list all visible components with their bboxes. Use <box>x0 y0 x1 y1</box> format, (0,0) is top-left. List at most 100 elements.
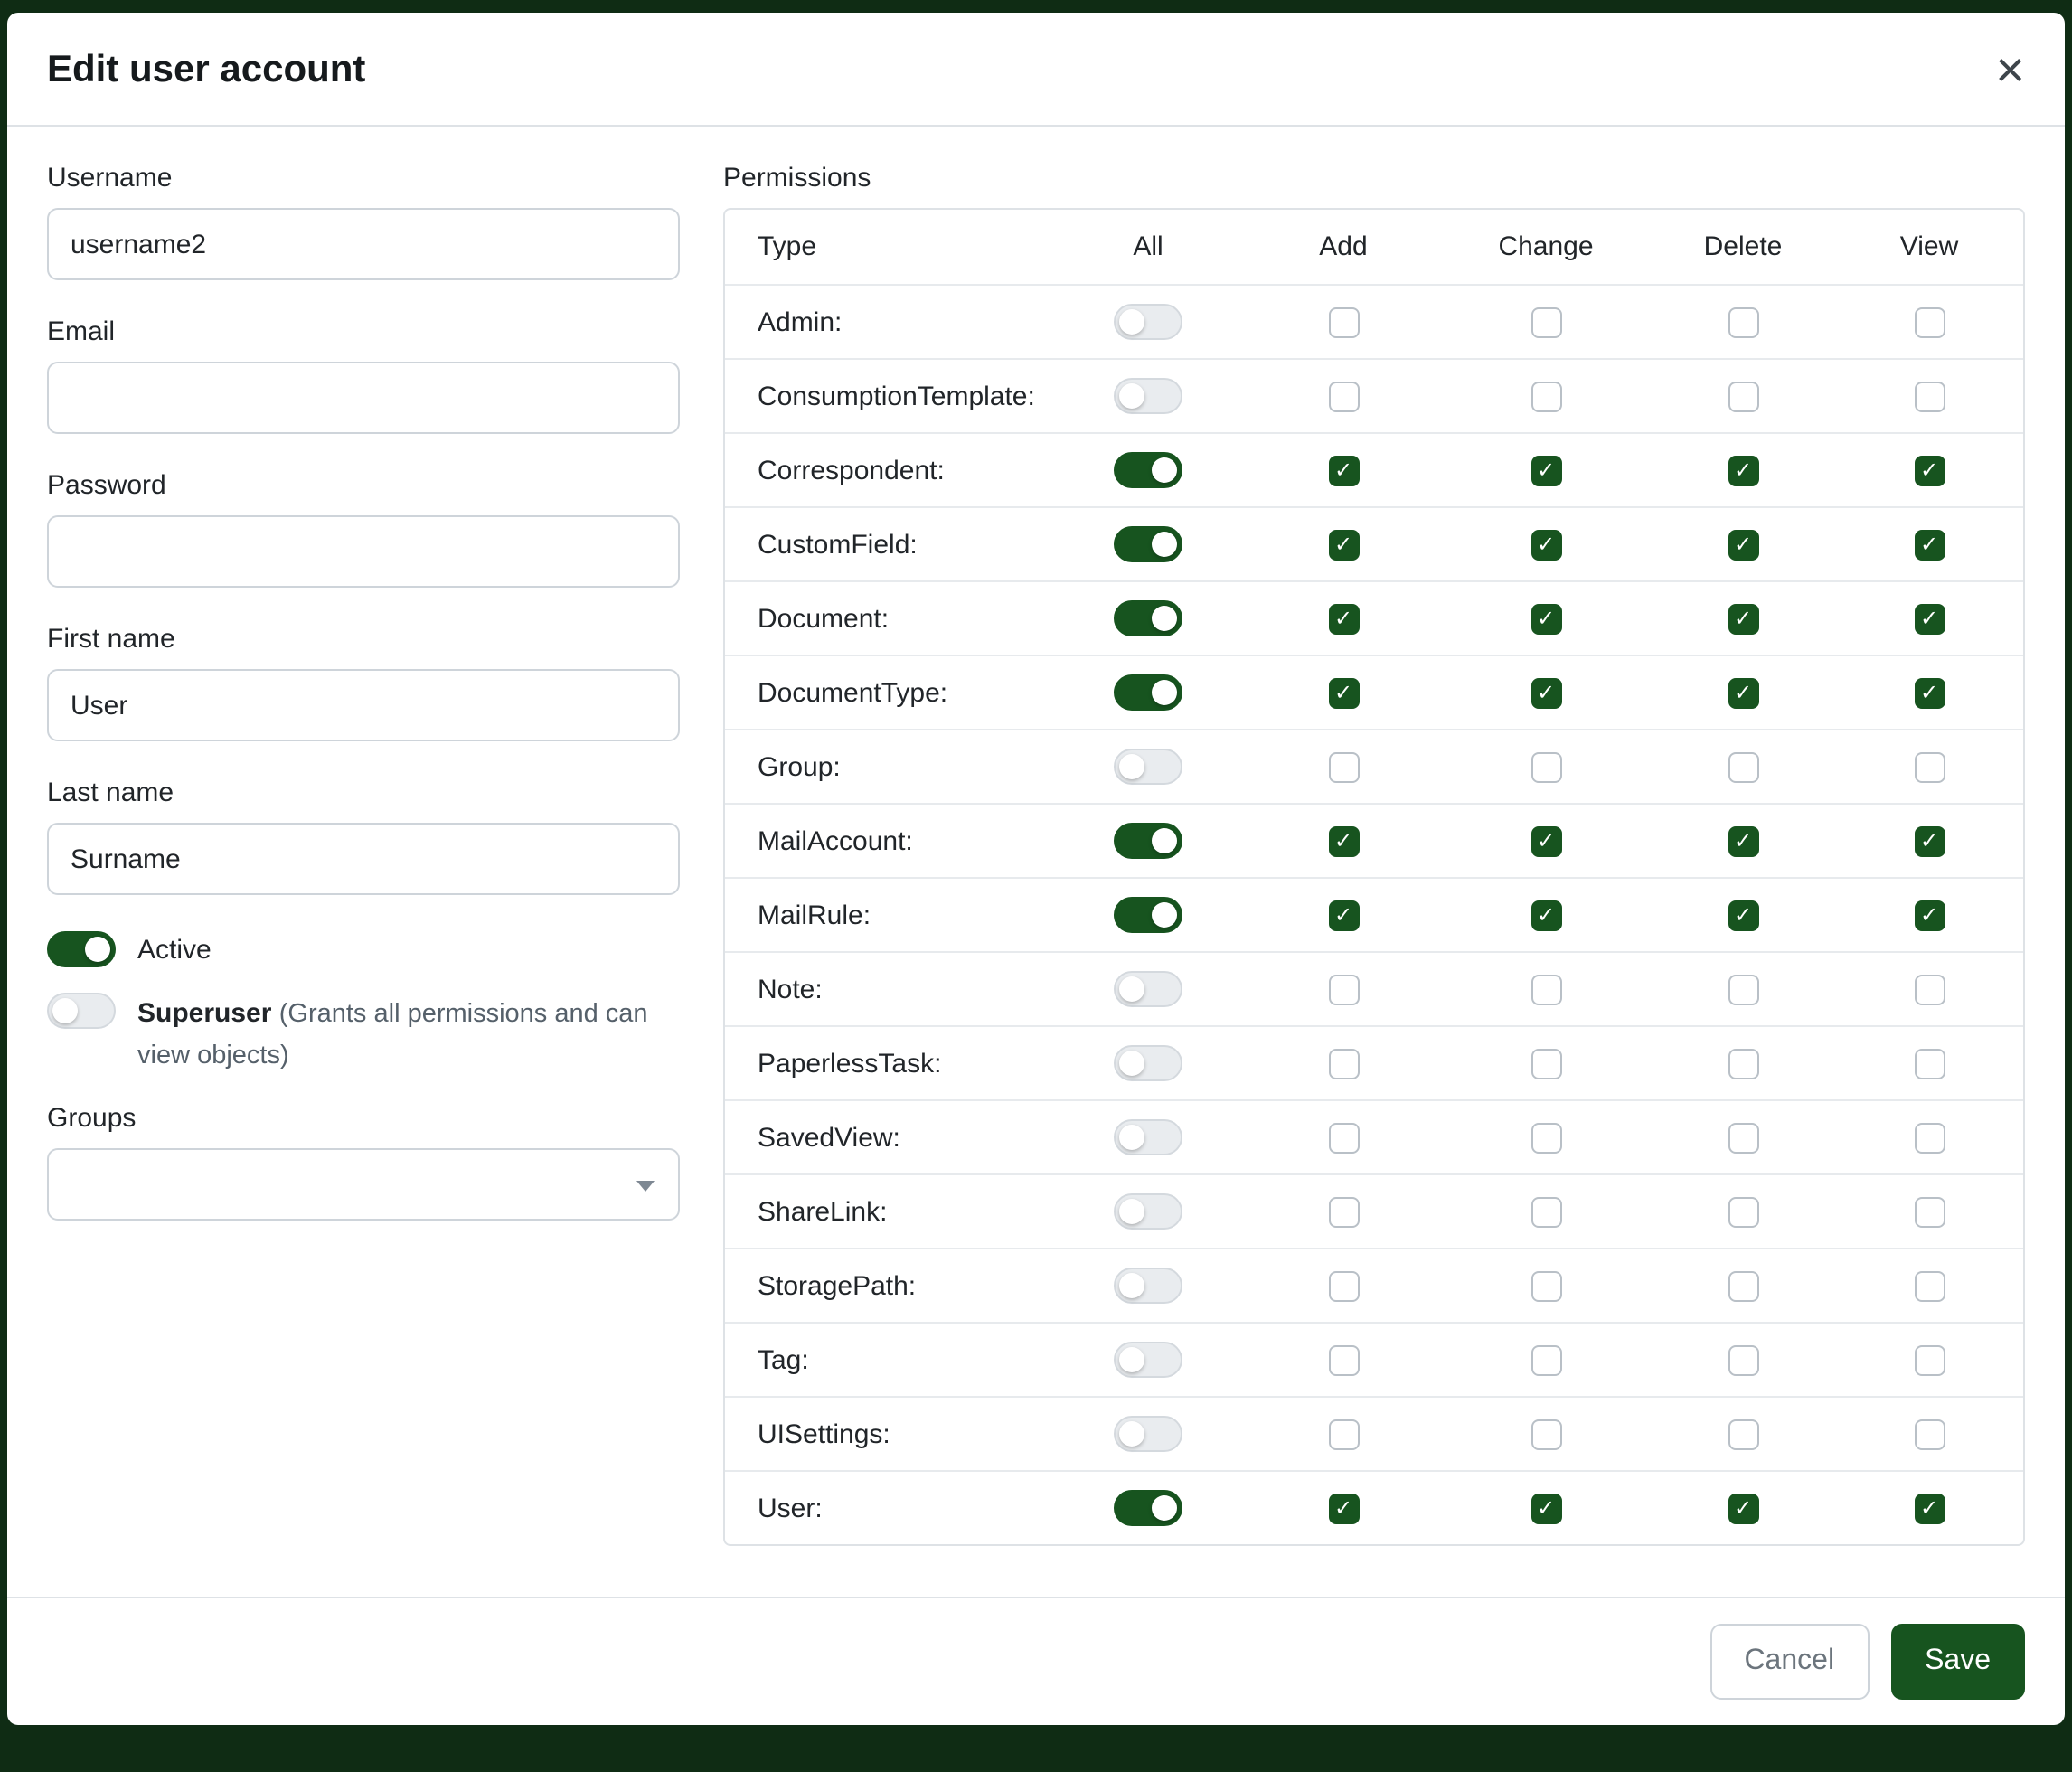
permission-all-toggle[interactable] <box>1114 1416 1182 1452</box>
permission-view-checkbox[interactable] <box>1914 900 1945 930</box>
permission-view-checkbox[interactable] <box>1914 455 1945 485</box>
permission-delete-checkbox[interactable] <box>1728 1048 1758 1079</box>
permission-delete-checkbox[interactable] <box>1728 1270 1758 1301</box>
permission-all-toggle[interactable] <box>1114 897 1182 933</box>
permission-change-checkbox[interactable] <box>1530 455 1561 485</box>
permission-view-checkbox[interactable] <box>1914 974 1945 1004</box>
permission-all-toggle[interactable] <box>1114 823 1182 859</box>
permission-delete-checkbox[interactable] <box>1728 825 1758 856</box>
permission-all-toggle[interactable] <box>1114 1268 1182 1304</box>
cancel-button[interactable]: Cancel <box>1709 1624 1869 1700</box>
groups-select[interactable] <box>47 1148 680 1221</box>
close-icon[interactable]: × <box>1995 45 2025 96</box>
permission-change-checkbox[interactable] <box>1530 677 1561 708</box>
permission-add-checkbox[interactable] <box>1328 1493 1359 1523</box>
permission-change-checkbox[interactable] <box>1530 900 1561 930</box>
permission-change-checkbox[interactable] <box>1530 1122 1561 1153</box>
permission-all-toggle[interactable] <box>1114 378 1182 414</box>
permission-change-checkbox[interactable] <box>1530 306 1561 337</box>
permission-add-checkbox[interactable] <box>1328 455 1359 485</box>
permission-delete-checkbox[interactable] <box>1728 1493 1758 1523</box>
permission-all-toggle[interactable] <box>1114 452 1182 488</box>
permission-all-toggle[interactable] <box>1114 1193 1182 1230</box>
permission-view-checkbox[interactable] <box>1914 1419 1945 1449</box>
permission-add-checkbox[interactable] <box>1328 306 1359 337</box>
permission-view-checkbox[interactable] <box>1914 825 1945 856</box>
permission-view-checkbox[interactable] <box>1914 529 1945 560</box>
permission-view-checkbox[interactable] <box>1914 306 1945 337</box>
permission-add-checkbox[interactable] <box>1328 1419 1359 1449</box>
permission-view-checkbox[interactable] <box>1914 1493 1945 1523</box>
superuser-toggle[interactable] <box>47 993 116 1029</box>
permission-change-checkbox[interactable] <box>1530 381 1561 411</box>
permission-add-checkbox[interactable] <box>1328 1196 1359 1227</box>
permission-all-toggle[interactable] <box>1114 1119 1182 1155</box>
permission-all-toggle[interactable] <box>1114 526 1182 562</box>
permission-change-checkbox[interactable] <box>1530 825 1561 856</box>
permission-add-checkbox[interactable] <box>1328 603 1359 634</box>
permission-change-checkbox[interactable] <box>1530 974 1561 1004</box>
permission-add-checkbox[interactable] <box>1328 1048 1359 1079</box>
permission-delete-checkbox[interactable] <box>1728 381 1758 411</box>
permission-delete-checkbox[interactable] <box>1728 529 1758 560</box>
permission-add-checkbox[interactable] <box>1328 900 1359 930</box>
permission-view-checkbox[interactable] <box>1914 677 1945 708</box>
permission-delete-checkbox[interactable] <box>1728 751 1758 782</box>
permissions-header-add: Add <box>1246 231 1441 262</box>
permission-all-toggle[interactable] <box>1114 1342 1182 1378</box>
permission-change-checkbox[interactable] <box>1530 1419 1561 1449</box>
permission-add-checkbox[interactable] <box>1328 677 1359 708</box>
permission-change-checkbox[interactable] <box>1530 1344 1561 1375</box>
permission-all-toggle[interactable] <box>1114 304 1182 340</box>
active-row: Active <box>47 931 680 967</box>
permission-change-checkbox[interactable] <box>1530 1493 1561 1523</box>
permission-change-checkbox[interactable] <box>1530 751 1561 782</box>
permission-all-toggle[interactable] <box>1114 749 1182 785</box>
password-field[interactable] <box>47 515 680 588</box>
permission-row: User: <box>725 1470 2023 1544</box>
permission-view-checkbox[interactable] <box>1914 1270 1945 1301</box>
permission-delete-checkbox[interactable] <box>1728 1344 1758 1375</box>
permission-add-checkbox[interactable] <box>1328 381 1359 411</box>
permission-change-checkbox[interactable] <box>1530 603 1561 634</box>
permission-all-toggle[interactable] <box>1114 971 1182 1007</box>
permission-view-checkbox[interactable] <box>1914 1048 1945 1079</box>
last-name-field[interactable] <box>47 823 680 895</box>
permission-add-checkbox[interactable] <box>1328 974 1359 1004</box>
permission-change-checkbox[interactable] <box>1530 1048 1561 1079</box>
permission-change-checkbox[interactable] <box>1530 1270 1561 1301</box>
permission-add-checkbox[interactable] <box>1328 825 1359 856</box>
permission-view-checkbox[interactable] <box>1914 1122 1945 1153</box>
permission-delete-checkbox[interactable] <box>1728 1419 1758 1449</box>
permission-view-checkbox[interactable] <box>1914 1196 1945 1227</box>
permission-delete-checkbox[interactable] <box>1728 677 1758 708</box>
permission-add-checkbox[interactable] <box>1328 1122 1359 1153</box>
permission-change-checkbox[interactable] <box>1530 1196 1561 1227</box>
permission-delete-checkbox[interactable] <box>1728 974 1758 1004</box>
permission-add-checkbox[interactable] <box>1328 751 1359 782</box>
permission-view-checkbox[interactable] <box>1914 1344 1945 1375</box>
groups-input[interactable] <box>47 1148 680 1221</box>
permission-view-checkbox[interactable] <box>1914 381 1945 411</box>
permission-change-checkbox[interactable] <box>1530 529 1561 560</box>
permission-all-toggle[interactable] <box>1114 674 1182 711</box>
permission-delete-checkbox[interactable] <box>1728 1196 1758 1227</box>
permission-delete-checkbox[interactable] <box>1728 455 1758 485</box>
permission-view-checkbox[interactable] <box>1914 751 1945 782</box>
first-name-field[interactable] <box>47 669 680 741</box>
active-toggle[interactable] <box>47 931 116 967</box>
permission-add-checkbox[interactable] <box>1328 529 1359 560</box>
permission-view-checkbox[interactable] <box>1914 603 1945 634</box>
email-field[interactable] <box>47 362 680 434</box>
permission-all-toggle[interactable] <box>1114 600 1182 636</box>
permission-delete-checkbox[interactable] <box>1728 900 1758 930</box>
permission-all-toggle[interactable] <box>1114 1045 1182 1081</box>
username-input[interactable] <box>47 208 680 280</box>
permission-delete-checkbox[interactable] <box>1728 1122 1758 1153</box>
permission-delete-checkbox[interactable] <box>1728 603 1758 634</box>
save-button[interactable]: Save <box>1890 1624 2025 1700</box>
permission-delete-checkbox[interactable] <box>1728 306 1758 337</box>
permission-all-toggle[interactable] <box>1114 1490 1182 1526</box>
permission-add-checkbox[interactable] <box>1328 1270 1359 1301</box>
permission-add-checkbox[interactable] <box>1328 1344 1359 1375</box>
